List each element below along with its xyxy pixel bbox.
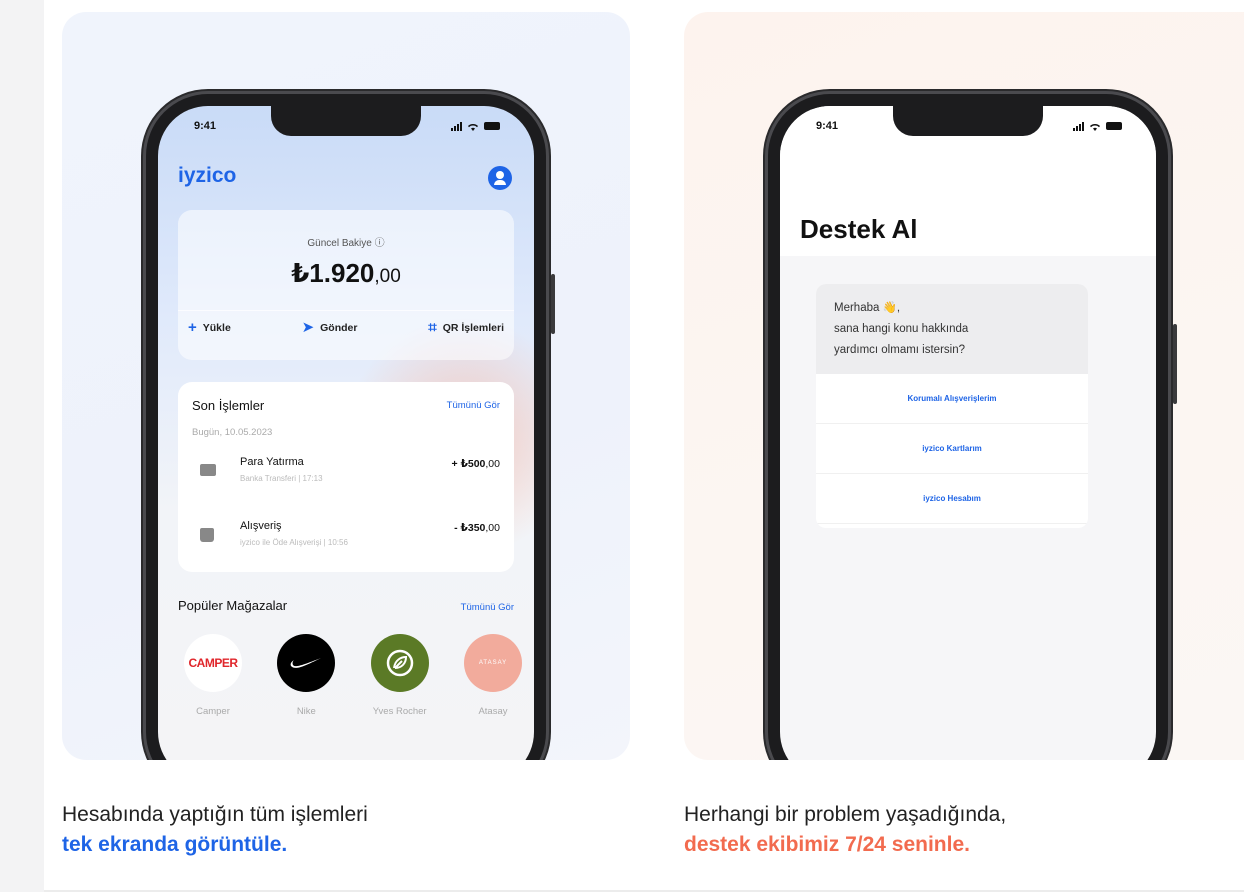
status-bar: 9:41 — [780, 120, 1156, 132]
wifi-icon — [468, 123, 478, 131]
chat-message-line: yardımcı olmamı istersin? — [834, 344, 966, 356]
transaction-row[interactable]: Alışveriş iyzico ile Öde Alışverişi | 10… — [192, 518, 500, 558]
caption-highlight: tek ekranda görüntüle. — [62, 833, 288, 856]
popular-stores-list: CAMPER Camper Nike Yves Rocher ATASAY At… — [178, 634, 528, 717]
chat-option-iyzico-cards[interactable]: iyzico Kartlarım — [816, 424, 1088, 474]
chat-bot-message: Merhaba 👋, sana hangi konu hakkında yard… — [816, 284, 1088, 374]
store-name: Atasay — [478, 706, 508, 717]
transaction-amount-main: - ₺350 — [454, 522, 486, 534]
support-chat-card: Merhaba 👋, sana hangi konu hakkında yard… — [816, 284, 1088, 528]
phone-screen-wallet: 9:41 iyzico Güncel Bakiye ⓘ ₺1.920,00 + — [158, 106, 534, 760]
recent-date-label: Bugün, 10.05.2023 — [192, 427, 273, 438]
transaction-amount-decimal: ,00 — [485, 458, 500, 470]
cash-icon — [200, 464, 216, 476]
camper-logo-text: CAMPER — [188, 656, 238, 670]
load-money-button[interactable]: + Yükle — [188, 320, 231, 335]
transaction-amount: + ₺500,00 — [452, 458, 500, 470]
plus-icon: + — [188, 319, 197, 336]
transaction-name: Alışveriş — [240, 520, 282, 532]
qr-operations-button[interactable]: ⌗ QR İşlemleri — [428, 320, 504, 335]
chat-option-protected-purchases[interactable]: Korumalı Alışverişlerim — [816, 374, 1088, 424]
store-item-nike[interactable]: Nike — [271, 634, 341, 717]
phone-mockup-wallet: 9:41 iyzico Güncel Bakiye ⓘ ₺1.920,00 + — [146, 94, 555, 760]
send-icon: ➤ — [301, 319, 315, 336]
phone-screen-support: 9:41 Destek Al Merhaba 👋, sana hangi kon… — [780, 106, 1156, 760]
balance-card: Güncel Bakiye ⓘ ₺1.920,00 + Yükle ➤ Gönd… — [178, 210, 514, 360]
store-item-yves-rocher[interactable]: Yves Rocher — [365, 634, 435, 717]
balance-amount: ₺1.920,00 — [178, 258, 514, 289]
status-icons — [1073, 120, 1122, 132]
balance-amount-main: ₺1.920 — [291, 258, 375, 288]
caption-support: Herhangi bir problem yaşadığında, destek… — [684, 800, 1006, 860]
status-icons — [451, 120, 500, 132]
phone-side-button — [551, 274, 555, 334]
caption-line: Herhangi bir problem yaşadığında, — [684, 803, 1007, 826]
store-item-camper[interactable]: CAMPER Camper — [178, 634, 248, 717]
send-money-button[interactable]: ➤ Gönder — [302, 320, 358, 335]
qr-icon: ⌗ — [428, 319, 437, 336]
quick-actions: + Yükle ➤ Gönder ⌗ QR İşlemleri — [188, 320, 504, 335]
transaction-amount: - ₺350,00 — [454, 522, 500, 534]
caption-highlight: destek ekibimiz 7/24 seninle. — [684, 833, 970, 856]
balance-amount-decimal: ,00 — [374, 266, 401, 287]
profile-avatar-icon[interactable] — [488, 166, 512, 190]
recent-see-all-link[interactable]: Tümünü Gör — [447, 400, 500, 411]
phone-side-button — [1173, 324, 1177, 404]
app-logo: iyzico — [178, 164, 237, 187]
battery-icon — [1106, 122, 1122, 130]
chat-message-line: Merhaba 👋, — [834, 302, 901, 314]
leaf-icon — [386, 649, 413, 677]
shopping-bag-icon — [200, 528, 214, 542]
camper-logo: CAMPER — [184, 634, 242, 692]
store-name: Nike — [296, 706, 316, 717]
popular-stores-title: Popüler Mağazalar — [178, 598, 288, 613]
transaction-row[interactable]: Para Yatırma Banka Transferi | 17:13 + ₺… — [192, 454, 500, 494]
balance-label: Güncel Bakiye ⓘ — [307, 238, 385, 249]
nike-logo — [277, 634, 336, 692]
transaction-name: Para Yatırma — [240, 456, 304, 468]
store-name: Camper — [196, 706, 230, 717]
transaction-amount-decimal: ,00 — [485, 522, 500, 534]
status-time: 9:41 — [816, 120, 839, 132]
atasay-logo-text: ATASAY — [478, 660, 508, 666]
transaction-subtitle: iyzico ile Öde Alışverişi | 10:56 — [240, 538, 348, 547]
chat-option-iyzico-account[interactable]: iyzico Hesabım — [816, 474, 1088, 524]
load-money-label: Yükle — [202, 321, 231, 334]
feature-card-transactions: 9:41 iyzico Güncel Bakiye ⓘ ₺1.920,00 + — [62, 12, 630, 760]
wifi-icon — [1090, 123, 1100, 131]
store-name: Yves Rocher — [372, 706, 427, 717]
left-margin-strip — [0, 0, 44, 892]
recent-transactions-card: Son İşlemler Tümünü Gör Bugün, 10.05.202… — [178, 382, 514, 572]
caption-line: Hesabında yaptığın tüm işlemleri — [62, 803, 368, 826]
transaction-amount-main: + ₺500 — [451, 458, 486, 470]
nike-swoosh-icon — [290, 658, 322, 668]
atasay-logo: ATASAY — [463, 634, 522, 692]
popular-see-all-link[interactable]: Tümünü Gör — [461, 602, 514, 613]
signal-icon — [451, 121, 462, 131]
store-item-atasay[interactable]: ATASAY Atasay — [458, 634, 528, 717]
balance-divider — [178, 310, 514, 311]
status-bar: 9:41 — [158, 120, 534, 132]
yves-rocher-logo — [370, 634, 429, 692]
signal-icon — [1073, 121, 1084, 131]
battery-icon — [484, 122, 500, 130]
feature-card-support: 9:41 Destek Al Merhaba 👋, sana hangi kon… — [684, 12, 1244, 760]
qr-operations-label: QR İşlemleri — [442, 321, 504, 334]
phone-mockup-support: 9:41 Destek Al Merhaba 👋, sana hangi kon… — [768, 94, 1177, 760]
chat-message-line: sana hangi konu hakkında — [834, 323, 969, 335]
status-time: 9:41 — [194, 120, 217, 132]
transaction-subtitle: Banka Transferi | 17:13 — [240, 474, 323, 483]
send-money-label: Gönder — [320, 321, 358, 334]
page-title: Destek Al — [800, 214, 918, 244]
caption-transactions: Hesabında yaptığın tüm işlemleri tek ekr… — [62, 800, 368, 860]
